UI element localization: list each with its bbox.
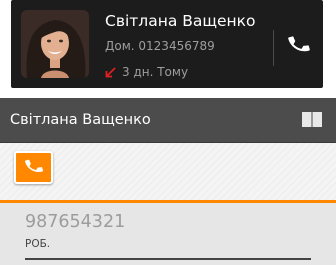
action-bar: Світлана Ващенко [0, 98, 336, 143]
tab-call[interactable] [14, 151, 53, 184]
contact-avatar[interactable] [21, 10, 89, 78]
phone-handset-icon [24, 156, 44, 180]
contact-photo [21, 10, 89, 78]
call-time-row: 3 дн. Тому [105, 64, 188, 80]
call-time: 3 дн. Тому [122, 65, 189, 79]
book-icon [301, 110, 323, 132]
phone-number-value: 987654321 [25, 212, 126, 232]
action-bar-title: Світлана Ващенко [10, 112, 151, 128]
phone-number-type: РОБ. [25, 238, 51, 250]
missed-call-arrow-icon [105, 66, 116, 78]
view-contact-button[interactable] [298, 109, 326, 133]
call-log-item[interactable]: Світлана Ващенко Дом. 0123456789 3 дн. Т… [11, 0, 323, 88]
contact-name: Світлана Ващенко [105, 12, 256, 30]
phone-handset-icon [287, 31, 311, 61]
phone-number-row[interactable]: 987654321 РОБ. [0, 203, 336, 265]
tab-strip [0, 143, 336, 203]
phone-number: Дом. 0123456789 [105, 39, 215, 53]
call-button[interactable] [279, 24, 319, 68]
card-divider [273, 30, 274, 66]
row-separator [25, 258, 311, 260]
